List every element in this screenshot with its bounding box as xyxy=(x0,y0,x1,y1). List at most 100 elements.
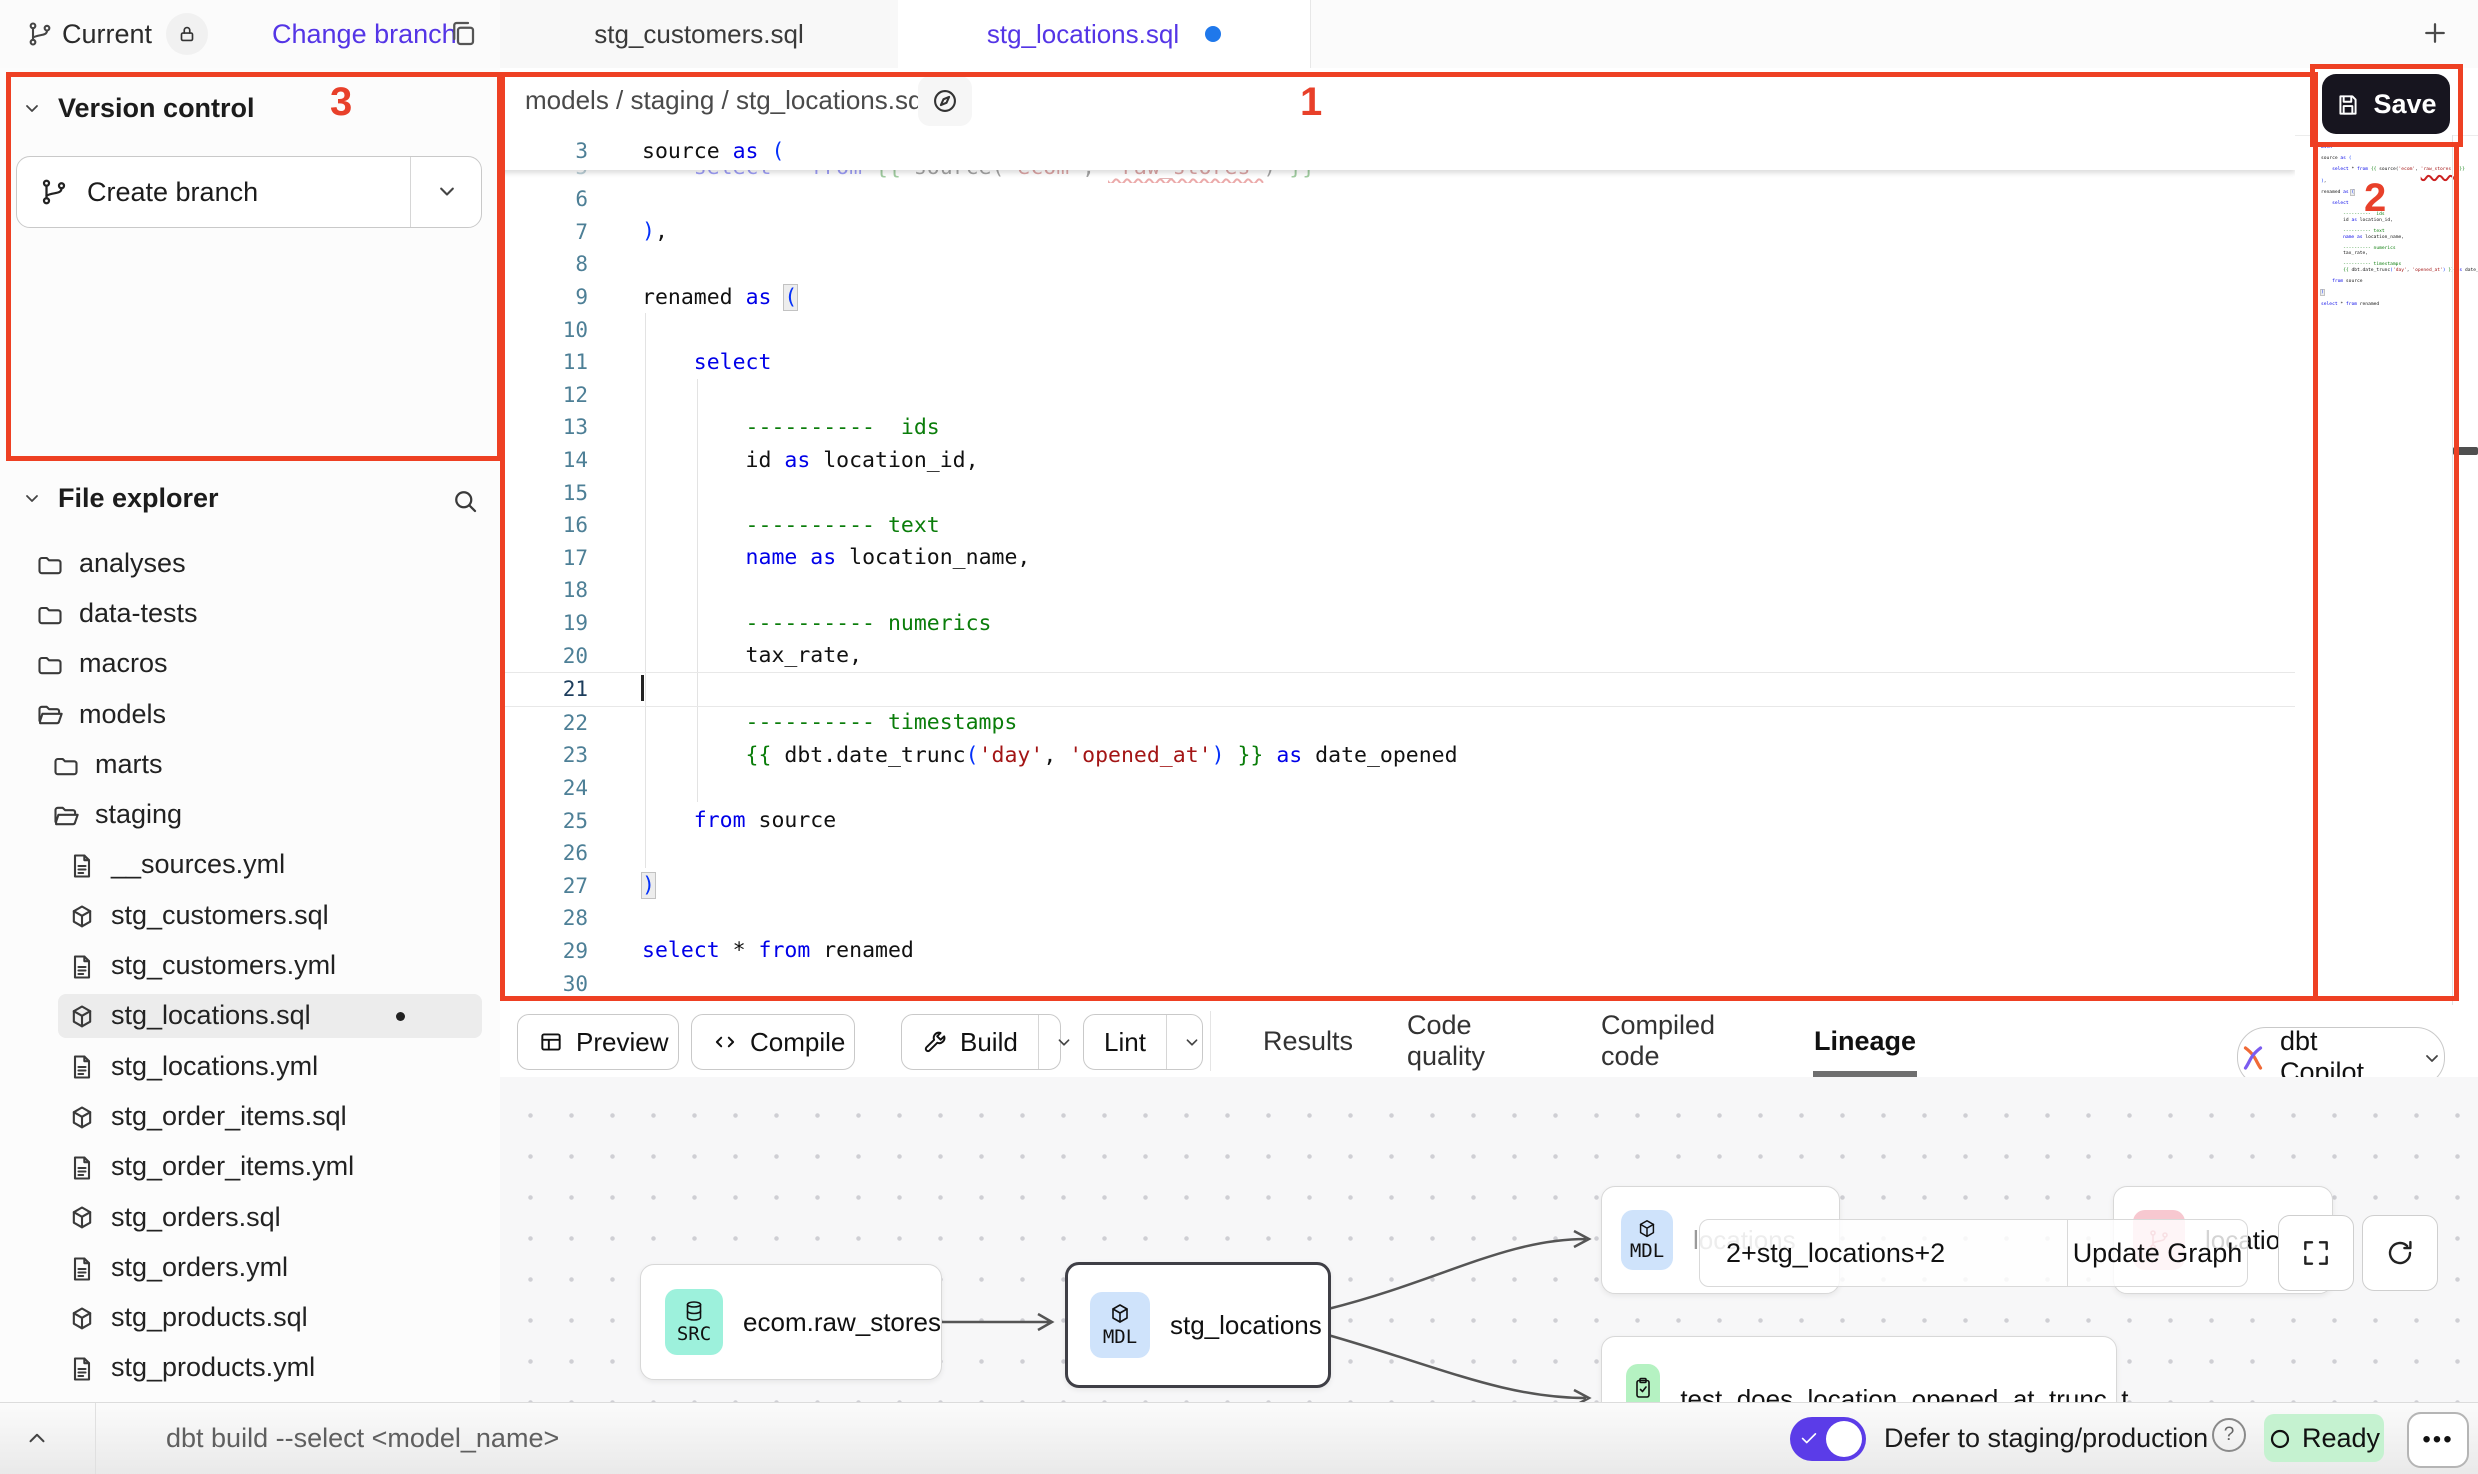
tab-results[interactable]: Results xyxy=(1264,1005,1352,1077)
file-item-marts[interactable]: marts xyxy=(0,739,500,789)
code-line-9[interactable]: 9renamed as ( xyxy=(500,281,2295,314)
toolbar-divider xyxy=(1210,1011,1211,1071)
code-line-27[interactable]: 27) xyxy=(500,869,2295,902)
folder-icon xyxy=(36,648,64,679)
file-item-__sources.yml[interactable]: __sources.yml xyxy=(0,840,500,890)
file-item-stg_orders.yml[interactable]: stg_orders.yml xyxy=(0,1242,500,1292)
file-item-stg_orders.sql[interactable]: stg_orders.sql xyxy=(0,1192,500,1242)
file-item-analyses[interactable]: analyses xyxy=(0,538,500,588)
file-item-stg_customers.sql[interactable]: stg_customers.sql xyxy=(0,890,500,940)
new-tab-button[interactable] xyxy=(2420,18,2450,48)
code-line-23[interactable]: 23 {{ dbt.date_trunc('day', 'opened_at')… xyxy=(500,739,2295,772)
file-item-stg_customers.yml[interactable]: stg_customers.yml xyxy=(0,940,500,990)
file-explorer-title: File explorer xyxy=(58,483,219,514)
file-label: stg_products.yml xyxy=(111,1352,315,1383)
preview-button[interactable]: Preview xyxy=(517,1014,679,1070)
more-options-button[interactable]: ••• xyxy=(2407,1412,2469,1468)
lint-button[interactable]: Lint xyxy=(1083,1014,1203,1070)
lineage-canvas[interactable]: SRC ecom.raw_stores MDL stg_locations MD… xyxy=(500,1077,2478,1402)
sticky-scroll-line: 3source as ( xyxy=(500,135,2295,170)
lineage-node-source[interactable]: SRC ecom.raw_stores xyxy=(640,1264,942,1380)
compass-icon[interactable] xyxy=(918,76,972,126)
tab-compiled-code[interactable]: Compiled code xyxy=(1601,1005,1763,1077)
code-line-19[interactable]: 19 ---------- numerics xyxy=(500,607,2295,640)
create-branch-button[interactable]: Create branch xyxy=(16,156,482,228)
build-button[interactable]: Build xyxy=(901,1014,1061,1070)
code-line-28[interactable]: 28 xyxy=(500,902,2295,935)
defer-toggle[interactable] xyxy=(1790,1417,1866,1461)
version-control-header[interactable]: Version control xyxy=(0,86,500,130)
tab-stg_customers.sql[interactable]: stg_customers.sql xyxy=(500,0,899,68)
file-item-stg_products.yml[interactable]: stg_products.yml xyxy=(0,1343,500,1393)
file-item-data-tests[interactable]: data-tests xyxy=(0,588,500,638)
lineage-node-test[interactable]: TST test_does_location_opened_at_trunc_t… xyxy=(1601,1336,2117,1402)
create-branch-label: Create branch xyxy=(87,177,258,208)
command-input[interactable]: dbt build --select <model_name> xyxy=(166,1423,559,1454)
code-line-26[interactable]: 26 xyxy=(500,837,2295,870)
copy-icon[interactable] xyxy=(448,19,478,49)
file-label: stg_products.sql xyxy=(111,1302,308,1333)
code-line-25[interactable]: 25 from source xyxy=(500,804,2295,837)
code-line-15[interactable]: 15 xyxy=(500,476,2295,509)
chevron-down-icon[interactable] xyxy=(1038,1015,1089,1069)
panel-resize-handle[interactable] xyxy=(2453,447,2478,455)
file-explorer-header[interactable]: File explorer xyxy=(0,476,500,520)
code-line-18[interactable]: 18 xyxy=(500,574,2295,607)
compile-button[interactable]: Compile xyxy=(691,1014,855,1070)
code-line-8[interactable]: 8 xyxy=(500,248,2295,281)
code-line-11[interactable]: 11 select xyxy=(500,346,2295,379)
help-icon[interactable]: ? xyxy=(2212,1418,2246,1452)
file-item-models[interactable]: models xyxy=(0,689,500,739)
code-line-17[interactable]: 17 name as location_name, xyxy=(500,542,2295,575)
code-line-10[interactable]: 10 xyxy=(500,313,2295,346)
model-icon xyxy=(68,1302,96,1333)
code-line-21[interactable]: 21 xyxy=(500,672,2295,707)
file-item-stg_products.sql[interactable]: stg_products.sql xyxy=(0,1292,500,1342)
update-graph-button[interactable]: Update Graph xyxy=(2067,1220,2247,1286)
tab-code-quality[interactable]: Code quality xyxy=(1407,1005,1543,1077)
file-label: stg_locations.sql xyxy=(111,1000,311,1031)
code-line-30[interactable]: 30 xyxy=(500,967,2295,1000)
file-label: __sources.yml xyxy=(111,849,285,880)
tab-lineage[interactable]: Lineage xyxy=(1821,1005,1909,1077)
code-line-3[interactable]: 3source as ( xyxy=(500,135,2295,168)
file-item-stg_locations.yml[interactable]: stg_locations.yml xyxy=(0,1041,500,1091)
code-line-16[interactable]: 16 ---------- text xyxy=(500,509,2295,542)
file-item-staging[interactable]: staging xyxy=(0,789,500,839)
code-line-20[interactable]: 20 tax_rate, xyxy=(500,639,2295,672)
code-line-24[interactable]: 24 xyxy=(500,772,2295,805)
fullscreen-icon[interactable] xyxy=(2278,1215,2354,1291)
scrollbar-gutter xyxy=(2452,135,2453,1005)
code-line-29[interactable]: 29select * from renamed xyxy=(500,935,2295,968)
code-line-12[interactable]: 12 xyxy=(500,379,2295,412)
code-line-5[interactable]: 5 select * from {{ source('ecom', 'raw_s… xyxy=(500,170,2295,183)
code-line-22[interactable]: 22 ---------- timestamps xyxy=(500,707,2295,740)
code-line-13[interactable]: 13 ---------- ids xyxy=(500,411,2295,444)
chevron-down-icon xyxy=(20,486,44,510)
save-button[interactable]: Save xyxy=(2322,74,2450,134)
file-item-stg_order_items.yml[interactable]: stg_order_items.yml xyxy=(0,1142,500,1192)
current-branch-label: Current xyxy=(62,19,152,50)
code-editor[interactable]: 67),89renamed as (1011 select1213 ------… xyxy=(500,135,2295,1005)
file-label: stg_orders.yml xyxy=(111,1252,288,1283)
collapse-icon[interactable] xyxy=(24,1425,50,1451)
check-icon xyxy=(1798,1427,1820,1449)
status-bar: dbt build --select <model_name> Defer to… xyxy=(0,1402,2478,1474)
sidebar: Version control Create branch File explo… xyxy=(0,68,501,1402)
code-line-14[interactable]: 14 id as location_id, xyxy=(500,444,2295,477)
refresh-icon[interactable] xyxy=(2362,1215,2438,1291)
change-branch-link[interactable]: Change branch xyxy=(272,19,457,50)
search-icon[interactable] xyxy=(450,486,480,516)
file-item-stg_order_items.sql[interactable]: stg_order_items.sql xyxy=(0,1091,500,1141)
chevron-down-icon[interactable] xyxy=(433,177,461,205)
model-icon xyxy=(68,1000,96,1031)
code-line-7[interactable]: 7), xyxy=(500,216,2295,249)
code-line-6[interactable]: 6 xyxy=(500,183,2295,216)
minimap[interactable]: with source as ( select * from {{ source… xyxy=(2313,135,2452,1005)
file-item-macros[interactable]: macros xyxy=(0,639,500,689)
file-item-stg_locations.sql[interactable]: stg_locations.sql xyxy=(0,991,500,1041)
lineage-node-stg-locations[interactable]: MDL stg_locations xyxy=(1065,1262,1331,1388)
tab-stg_locations.sql[interactable]: stg_locations.sql xyxy=(898,0,1311,69)
graph-selector-input[interactable]: 2+stg_locations+2 xyxy=(1700,1220,2067,1286)
folder-open-icon xyxy=(36,699,64,730)
